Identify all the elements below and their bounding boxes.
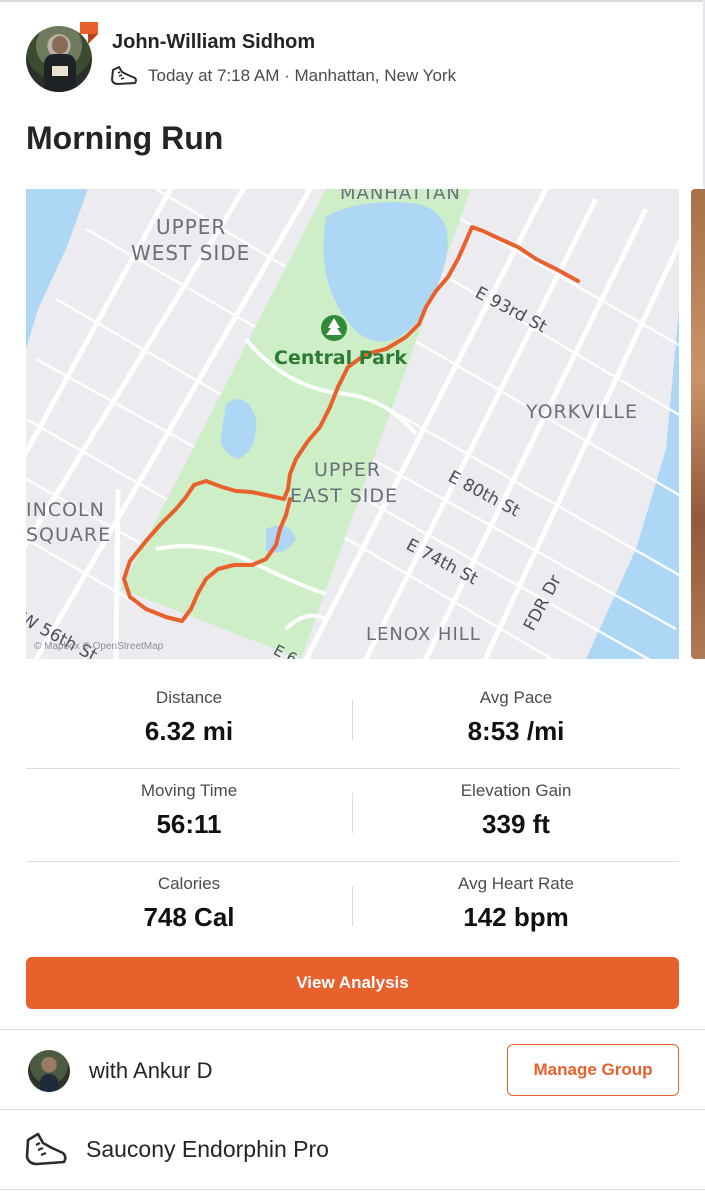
gear-name: Saucony Endorphin Pro [86, 1136, 329, 1162]
map-label-central-park: Central Park [274, 347, 407, 369]
stat-value: 748 Cal [143, 902, 235, 932]
athlete-name[interactable]: John-William Sidhom [112, 31, 315, 54]
manage-group-button[interactable]: Manage Group [507, 1044, 679, 1096]
stat-label: Elevation Gain [460, 781, 572, 800]
stat-value: 56:11 [156, 809, 222, 839]
activity-meta: Today at 7:18 AM · Manhattan, New York [148, 66, 457, 85]
stat-label: Calories [157, 874, 221, 893]
map-label-yorkville: YORKVILLE [526, 401, 638, 423]
group-row: with Ankur D Manage Group [0, 1030, 705, 1110]
stat-calories: Calories 748 Cal [26, 874, 352, 933]
map-label-upper-east-side-2: EAST SIDE [290, 485, 399, 507]
next-media-preview[interactable] [691, 189, 705, 659]
map-attribution: © Mapbox © OpenStreetMap [34, 641, 164, 652]
map-label-upper-west-side: UPPER [156, 215, 227, 239]
stat-moving-time: Moving Time 56:11 [26, 781, 352, 840]
map-label-upper-west-side-2: WEST SIDE [131, 241, 251, 265]
subscriber-badge-icon [80, 22, 98, 44]
stats-row: Distance 6.32 mi Avg Pace 8:53 /mi [26, 676, 679, 769]
stat-label: Moving Time [140, 781, 238, 800]
stat-avg-heart-rate: Avg Heart Rate 142 bpm [353, 874, 679, 933]
stats-row: Calories 748 Cal Avg Heart Rate 142 bpm [26, 862, 679, 955]
group-members-text[interactable]: with Ankur D [89, 1058, 213, 1084]
stat-avg-pace: Avg Pace 8:53 /mi [353, 688, 679, 747]
map-label-lincoln-square: INCOLN [26, 499, 105, 521]
gear-row[interactable]: Saucony Endorphin Pro [0, 1110, 705, 1190]
route-map[interactable]: MANHATTAN UPPER WEST SIDE Central Park E… [26, 189, 679, 659]
map-graphic [26, 189, 679, 659]
map-label-upper-east-side: UPPER [314, 459, 382, 481]
stat-value: 6.32 mi [144, 716, 234, 746]
stat-value: 142 bpm [463, 902, 569, 932]
running-shoe-icon [25, 1132, 67, 1166]
stat-distance: Distance 6.32 mi [26, 688, 352, 747]
stat-label: Avg Heart Rate [458, 874, 574, 893]
stat-label: Avg Pace [479, 688, 553, 707]
stats-row: Moving Time 56:11 Elevation Gain 339 ft [26, 769, 679, 862]
map-label-manhattan: MANHATTAN [340, 189, 461, 204]
group-member-avatar[interactable] [28, 1050, 70, 1092]
activity-header: John-William Sidhom Today at 7:18 AM · M… [26, 22, 686, 96]
map-label-lenox-hill: LENOX HILL [366, 624, 481, 645]
map-label-lincoln-square-2: SQUARE [26, 524, 112, 546]
stat-value: 339 ft [482, 809, 550, 839]
stat-label: Distance [155, 688, 223, 707]
view-analysis-button[interactable]: View Analysis [26, 957, 679, 1009]
activity-title[interactable]: Morning Run [26, 120, 223, 157]
stats-grid: Distance 6.32 mi Avg Pace 8:53 /mi Movin… [26, 676, 679, 955]
stat-elevation-gain: Elevation Gain 339 ft [353, 781, 679, 840]
top-divider [0, 0, 705, 2]
section-divider [0, 1189, 705, 1190]
running-shoe-icon [111, 66, 137, 85]
stat-value: 8:53 /mi [467, 716, 565, 746]
